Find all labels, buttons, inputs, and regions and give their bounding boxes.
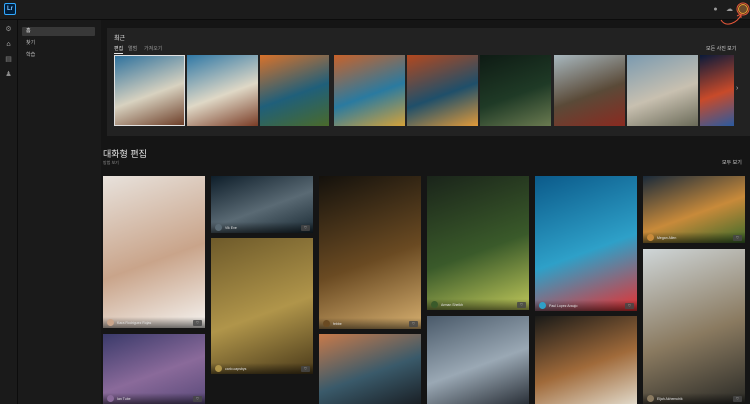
- heart-icon[interactable]: ♡: [193, 396, 202, 402]
- heart-icon[interactable]: ♡: [733, 396, 742, 402]
- creator-avatar[interactable]: [107, 319, 114, 326]
- card-credit-bar: Arman Sheikh ♡: [427, 299, 529, 310]
- creator-name[interactable]: Ian Tube: [117, 397, 131, 401]
- tab-imports[interactable]: 가져오기: [144, 45, 162, 52]
- recent-thumbnail[interactable]: [260, 55, 329, 126]
- creator-avatar[interactable]: [215, 224, 222, 231]
- heart-icon[interactable]: ♡: [301, 366, 310, 372]
- sidebar-item-learn[interactable]: 학습: [22, 51, 95, 60]
- tab-edits[interactable]: 편집: [114, 45, 124, 54]
- creator-avatar[interactable]: [647, 395, 654, 402]
- recent-thumbnail[interactable]: [554, 55, 625, 126]
- photo-card[interactable]: febbe ♡: [319, 176, 421, 329]
- lightroom-logo[interactable]: Lr: [4, 3, 16, 15]
- photo-card[interactable]: [319, 334, 421, 404]
- photo-card[interactable]: [535, 316, 637, 404]
- cloud-icon[interactable]: ☁: [725, 5, 734, 14]
- recent-thumbnail[interactable]: [480, 55, 551, 126]
- recent-thumbnail[interactable]: [407, 55, 478, 126]
- photo-card[interactable]: carlo.capsbys ♡: [211, 238, 313, 374]
- chevron-right-icon[interactable]: ›: [736, 85, 738, 92]
- featured-title: 대화형 편집: [103, 149, 147, 159]
- creator-name[interactable]: Vik Eve: [225, 226, 237, 230]
- creator-name[interactable]: febbe: [333, 322, 342, 326]
- recent-thumbnail[interactable]: [114, 55, 185, 126]
- photo-card[interactable]: [427, 316, 529, 404]
- creator-name[interactable]: Arman Sheikh: [441, 303, 463, 307]
- creator-avatar[interactable]: [215, 365, 222, 372]
- see-all-photos-link[interactable]: 모든 사진 보기: [706, 45, 736, 52]
- heart-icon[interactable]: ♡: [517, 302, 526, 308]
- recent-thumbnail[interactable]: [700, 55, 734, 126]
- photo-card[interactable]: Arman Sheikh ♡: [427, 176, 529, 310]
- heart-icon[interactable]: ♡: [301, 225, 310, 231]
- see-all-link[interactable]: 모두 보기: [722, 159, 742, 166]
- top-bar: Lr ● ☁: [0, 0, 750, 20]
- creator-name[interactable]: Megan Allen: [657, 236, 676, 240]
- library-icon[interactable]: ▤: [3, 54, 14, 65]
- nav-rail: ⚙ ⌂ ▤ ♟: [0, 20, 18, 404]
- creator-avatar[interactable]: [539, 302, 546, 309]
- photo-card[interactable]: Vik Eve ♡: [211, 176, 313, 233]
- creator-name[interactable]: Paul Lopez Araujo: [549, 304, 577, 308]
- card-credit-bar: Kara Rodriguez Rojas ♡: [103, 317, 205, 328]
- creator-name[interactable]: Eljah Akhemchik: [657, 397, 683, 401]
- photo-card[interactable]: Paul Lopez Araujo ♡: [535, 176, 637, 311]
- recent-thumbnail[interactable]: [187, 55, 258, 126]
- featured-subtitle[interactable]: 방법 보기: [103, 160, 119, 166]
- tab-albums[interactable]: 앨범: [128, 45, 137, 52]
- creator-name[interactable]: carlo.capsbys: [225, 367, 246, 371]
- card-credit-bar: carlo.capsbys ♡: [211, 363, 313, 374]
- photo-card[interactable]: Megan Allen ♡: [643, 176, 745, 243]
- creator-avatar[interactable]: [323, 320, 330, 327]
- creator-name[interactable]: Kara Rodriguez Rojas: [117, 321, 151, 325]
- home-icon[interactable]: ⌂: [3, 39, 14, 50]
- photo-card[interactable]: Kara Rodriguez Rojas ♡: [103, 176, 205, 328]
- bell-icon[interactable]: ●: [711, 5, 720, 14]
- heart-icon[interactable]: ♡: [409, 321, 418, 327]
- creator-avatar[interactable]: [647, 234, 654, 241]
- recent-title: 최근: [114, 36, 126, 42]
- photo-card[interactable]: Eljah Akhemchik ♡: [643, 249, 745, 404]
- card-credit-bar: Eljah Akhemchik ♡: [643, 393, 745, 404]
- creator-avatar[interactable]: [107, 395, 114, 402]
- photo-card[interactable]: Ian Tube ♡: [103, 334, 205, 404]
- sidebar: 홈 찾기 학습: [18, 20, 101, 404]
- card-credit-bar: Vik Eve ♡: [211, 222, 313, 233]
- heart-icon[interactable]: ♡: [733, 235, 742, 241]
- people-icon[interactable]: ♟: [3, 69, 14, 80]
- card-credit-bar: Megan Allen ♡: [643, 232, 745, 243]
- card-credit-bar: Paul Lopez Araujo ♡: [535, 300, 637, 311]
- avatar[interactable]: [738, 4, 748, 14]
- creator-avatar[interactable]: [431, 301, 438, 308]
- recent-panel: 최근 편집 앨범 가져오기 모든 사진 보기 ›: [107, 28, 750, 136]
- card-credit-bar: Ian Tube ♡: [103, 393, 205, 404]
- heart-icon[interactable]: ♡: [193, 320, 202, 326]
- recent-thumbnail[interactable]: [334, 55, 405, 126]
- sidebar-item-home[interactable]: 홈: [22, 27, 95, 36]
- recent-thumbnail[interactable]: [627, 55, 698, 126]
- heart-icon[interactable]: ♡: [625, 303, 634, 309]
- card-credit-bar: febbe ♡: [319, 318, 421, 329]
- sidebar-item-discover[interactable]: 찾기: [22, 39, 95, 48]
- settings-icon[interactable]: ⚙: [3, 24, 14, 35]
